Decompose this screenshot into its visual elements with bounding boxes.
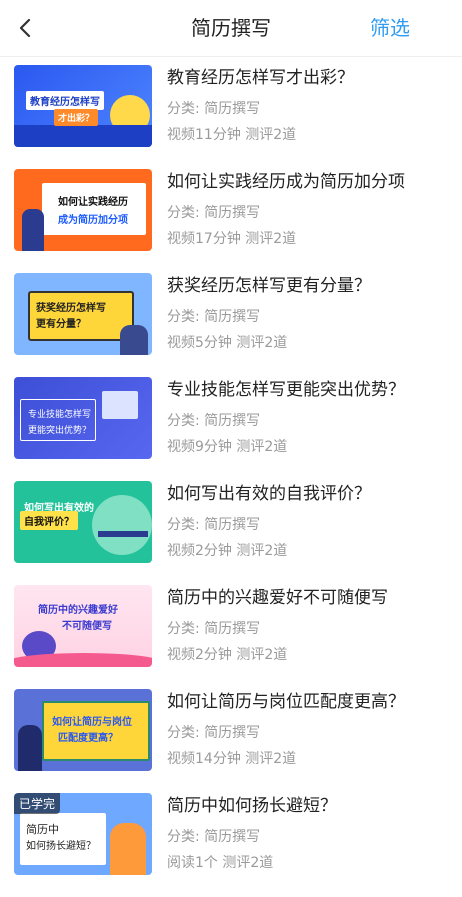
course-thumbnail: 获奖经历怎样写 更有分量？ [14,273,152,355]
course-stats: 视频2分钟 测评2道 [167,543,288,559]
list-item[interactable]: 简历中 如何扬长避短？ 已学完 简历中如何扬长避短？ 分类: 简历撰写 阅读1个… [14,793,446,897]
top-nav-bar: 简历撰写 筛选 [0,0,462,57]
course-title: 获奖经历怎样写更有分量？ [167,276,371,296]
course-title: 教育经历怎样写才出彩？ [167,68,354,88]
course-thumbnail: 简历中的兴趣爱好 不可随便写 [14,585,152,667]
course-thumbnail: 如何让简历与岗位 匹配度更高？ [14,689,152,771]
course-category: 分类: 简历撰写 [167,413,261,429]
course-thumbnail: 如何让实践经历 成为简历加分项 [14,169,152,251]
course-title: 如何写出有效的自我评价？ [167,484,371,504]
course-title: 如何让实践经历成为简历加分项 [167,172,405,192]
list-item[interactable]: 教育经历怎样写 才出彩？ 教育经历怎样写才出彩？ 分类: 简历撰写 视频11分钟… [14,65,446,169]
course-stats: 视频9分钟 测评2道 [167,439,288,455]
course-title: 专业技能怎样写更能突出优势？ [167,380,405,400]
course-category: 分类: 简历撰写 [167,205,261,221]
course-category: 分类: 简历撰写 [167,309,261,325]
course-category: 分类: 简历撰写 [167,621,261,637]
list-item[interactable]: 简历中的兴趣爱好 不可随便写 简历中的兴趣爱好不可随便写 分类: 简历撰写 视频… [14,585,446,689]
filter-button[interactable]: 筛选 [370,0,410,56]
course-category: 分类: 简历撰写 [167,101,261,117]
course-list: 教育经历怎样写 才出彩？ 教育经历怎样写才出彩？ 分类: 简历撰写 视频11分钟… [0,57,462,897]
course-title: 简历中如何扬长避短？ [167,796,337,816]
course-stats: 视频11分钟 测评2道 [167,127,297,143]
list-item[interactable]: 如何让简历与岗位 匹配度更高？ 如何让简历与岗位匹配度更高？ 分类: 简历撰写 … [14,689,446,793]
course-stats: 视频2分钟 测评2道 [167,647,288,663]
course-stats: 视频17分钟 测评2道 [167,231,297,247]
course-category: 分类: 简历撰写 [167,829,261,845]
course-thumbnail: 专业技能怎样写 更能突出优势？ [14,377,152,459]
course-category: 分类: 简历撰写 [167,725,261,741]
list-item[interactable]: 如何写出有效的 自我评价？ 如何写出有效的自我评价？ 分类: 简历撰写 视频2分… [14,481,446,585]
course-stats: 阅读1个 测评2道 [167,855,274,871]
course-title: 简历中的兴趣爱好不可随便写 [167,588,388,608]
list-item[interactable]: 如何让实践经历 成为简历加分项 如何让实践经历成为简历加分项 分类: 简历撰写 … [14,169,446,273]
course-title: 如何让简历与岗位匹配度更高？ [167,692,405,712]
list-item[interactable]: 专业技能怎样写 更能突出优势？ 专业技能怎样写更能突出优势？ 分类: 简历撰写 … [14,377,446,481]
course-stats: 视频14分钟 测评2道 [167,751,297,767]
course-thumbnail: 如何写出有效的 自我评价？ [14,481,152,563]
course-stats: 视频5分钟 测评2道 [167,335,288,351]
course-thumbnail: 简历中 如何扬长避短？ 已学完 [14,793,152,875]
course-category: 分类: 简历撰写 [167,517,261,533]
completed-badge: 已学完 [14,793,61,814]
list-item[interactable]: 获奖经历怎样写 更有分量？ 获奖经历怎样写更有分量？ 分类: 简历撰写 视频5分… [14,273,446,377]
course-thumbnail: 教育经历怎样写 才出彩？ [14,65,152,147]
